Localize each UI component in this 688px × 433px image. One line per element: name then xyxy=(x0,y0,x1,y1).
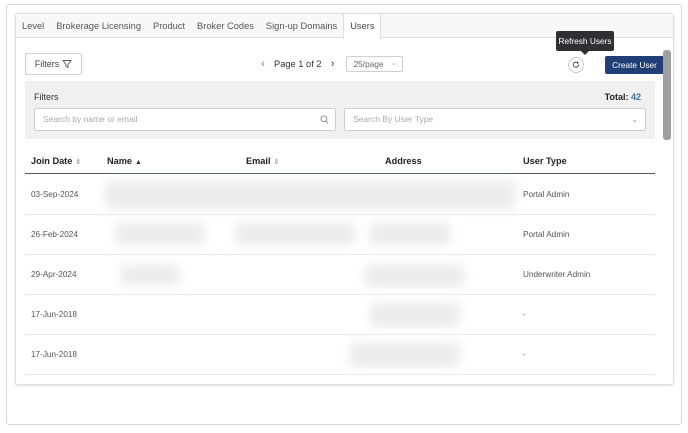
tab-users[interactable]: Users xyxy=(343,14,382,39)
tab-sign-up-domains[interactable]: Sign-up Domains xyxy=(260,14,343,38)
chevron-down-icon: ⌄ xyxy=(390,60,397,67)
filters-button[interactable]: Filters xyxy=(25,53,82,75)
filter-icon xyxy=(62,60,72,68)
chevron-down-icon: ⌄ xyxy=(631,115,638,124)
user-type-cell: - xyxy=(523,350,526,359)
tab-product[interactable]: Product xyxy=(147,14,191,38)
tab-level[interactable]: Level xyxy=(16,14,50,38)
redacted-content xyxy=(370,303,460,327)
pagination: ‹ Page 1 of 2 › 25/page ⌄ xyxy=(256,54,403,74)
redacted-content xyxy=(105,181,515,209)
tab-brokerage-licensing[interactable]: Brokerage Licensing xyxy=(50,14,147,38)
refresh-tooltip: Refresh Users xyxy=(556,31,614,55)
sort-icon: ⇕ xyxy=(273,159,280,166)
redacted-content xyxy=(120,265,180,285)
redacted-content xyxy=(350,343,460,367)
redacted-content xyxy=(365,265,465,287)
sort-asc-icon: ▲ xyxy=(135,159,142,166)
table-row[interactable]: 26-Feb-2024 Portal Admin xyxy=(25,215,655,255)
user-type-placeholder: Search By User Type xyxy=(353,114,434,124)
page-indicator: Page 1 of 2 xyxy=(274,59,322,69)
filter-panel-title: Filters xyxy=(34,92,59,102)
header-user-type: User Type xyxy=(523,156,567,166)
join-date-cell: 03-Sep-2024 xyxy=(31,190,79,199)
user-type-cell: - xyxy=(523,310,526,319)
user-type-select[interactable]: Search By User Type ⌄ xyxy=(344,108,646,131)
next-page-icon[interactable]: › xyxy=(326,58,340,70)
per-page-value: 25/page xyxy=(353,59,384,69)
refresh-users-button[interactable] xyxy=(568,57,584,73)
header-email-label: Email xyxy=(246,156,271,166)
header-name-label: Name xyxy=(107,156,133,166)
header-join-date[interactable]: Join Date ⇕ xyxy=(31,156,81,166)
user-type-cell: Underwriter Admin xyxy=(523,270,591,279)
users-card: Level Brokerage Licensing Product Broker… xyxy=(15,13,674,385)
header-address: Address xyxy=(385,156,422,166)
redacted-content xyxy=(235,223,355,245)
join-date-cell: 17-Jun-2018 xyxy=(31,350,77,359)
redacted-content xyxy=(115,223,205,245)
header-name[interactable]: Name ▲ xyxy=(107,156,142,166)
table-row[interactable]: 17-Jun-2018 - xyxy=(25,335,655,375)
create-user-button[interactable]: Create User xyxy=(605,56,664,74)
search-placeholder: Search by name or email xyxy=(43,114,138,124)
user-type-cell: Portal Admin xyxy=(523,230,570,239)
search-icon xyxy=(320,109,329,132)
table-row[interactable]: 03-Sep-2024 Portal Admin xyxy=(25,175,655,215)
sort-icon: ⇕ xyxy=(75,159,82,166)
search-input[interactable]: Search by name or email xyxy=(34,108,336,131)
refresh-icon xyxy=(572,61,579,68)
header-email[interactable]: Email ⇕ xyxy=(246,156,279,166)
header-join-date-label: Join Date xyxy=(31,156,73,166)
join-date-cell: 26-Feb-2024 xyxy=(31,230,78,239)
table-header: Join Date ⇕ Name ▲ Email ⇕ Address User Typ… xyxy=(25,147,655,174)
total-count: Total: 42 xyxy=(605,92,641,102)
join-date-cell: 17-Jun-2018 xyxy=(31,310,77,319)
tab-broker-codes[interactable]: Broker Codes xyxy=(191,14,260,38)
per-page-select[interactable]: 25/page ⌄ xyxy=(345,56,403,72)
table-row[interactable]: 29-Apr-2024 Underwriter Admin xyxy=(25,255,655,295)
scrollbar-thumb[interactable] xyxy=(663,50,671,140)
prev-page-icon[interactable]: ‹ xyxy=(256,58,270,70)
user-type-cell: Portal Admin xyxy=(523,190,570,199)
filters-button-label: Filters xyxy=(34,59,60,69)
total-value: 42 xyxy=(630,92,641,102)
join-date-cell: 29-Apr-2024 xyxy=(31,270,77,279)
total-label: Total: xyxy=(604,92,629,102)
app-window: Level Brokerage Licensing Product Broker… xyxy=(6,4,682,425)
table-row[interactable]: 17-Jun-2018 - xyxy=(25,295,655,335)
redacted-content xyxy=(370,223,450,245)
filter-panel: Filters Total: 42 Search by name or emai… xyxy=(25,81,655,139)
